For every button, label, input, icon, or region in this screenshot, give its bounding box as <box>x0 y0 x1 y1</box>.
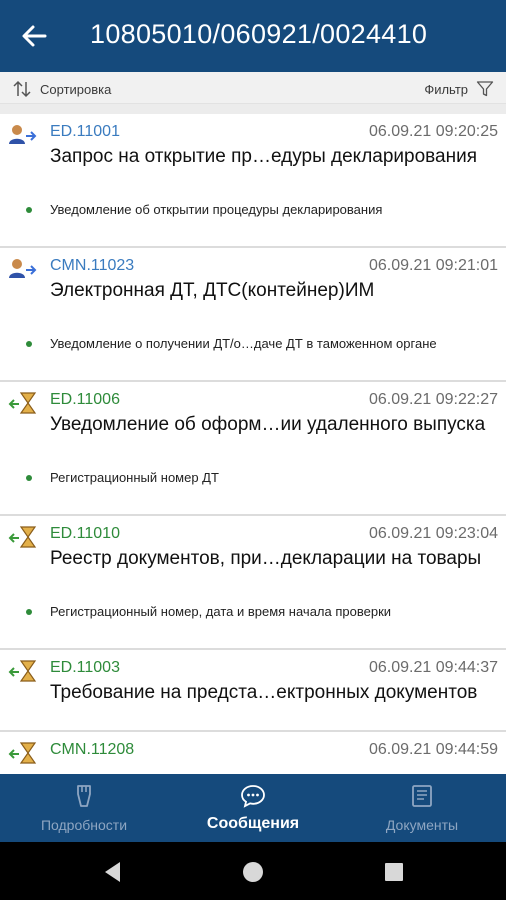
back-triangle-icon[interactable] <box>100 859 126 885</box>
tab-messages[interactable]: Сообщения <box>169 774 337 842</box>
messages-icon <box>240 784 266 808</box>
message-code: ED.11006 <box>50 391 120 408</box>
message-subtitle: Регистрационный номер ДТ <box>50 470 219 485</box>
documents-icon <box>409 784 435 808</box>
system-navigation-bar <box>0 842 506 900</box>
message-code: ED.11003 <box>50 659 120 676</box>
hourglass-arrow-icon <box>8 740 38 766</box>
home-circle-icon[interactable] <box>240 859 266 885</box>
message-time: 06.09.21 09:23:04 <box>368 525 498 542</box>
message-subtitle: Уведомление об открытии процедуры деклар… <box>50 202 383 217</box>
message-code: CMN.11208 <box>50 741 135 758</box>
sort-label: Сортировка <box>40 81 112 97</box>
bullet-dot <box>26 341 32 347</box>
tab-label: Сообщения <box>206 815 300 832</box>
sort-button[interactable]: Сортировка <box>12 78 111 100</box>
message-item[interactable]: ED.11006 06.09.21 09:22:27 Уведомление о… <box>0 382 506 516</box>
filter-funnel-icon <box>476 81 494 97</box>
arrow-left-icon <box>22 25 47 47</box>
tab-details[interactable]: Подробности <box>0 774 168 842</box>
tab-documents[interactable]: Документы <box>338 774 506 842</box>
message-title: Запрос на открытие пр…едуры декларирован… <box>50 146 477 167</box>
message-subtitle: Регистрационный номер, дата и время нача… <box>50 604 392 619</box>
hourglass-arrow-icon <box>8 390 38 416</box>
message-item[interactable]: ED.11010 06.09.21 09:23:04 Реестр докуме… <box>0 516 506 650</box>
details-icon <box>71 784 97 808</box>
message-title: Электронная ДТ, ДТС(контейнер)ИМ <box>50 280 375 301</box>
person-arrow-icon <box>8 256 38 282</box>
bullet-dot <box>26 207 32 213</box>
page-title: 10805010/060921/0024410 <box>90 19 428 49</box>
message-code: CMN.11023 <box>50 257 135 274</box>
message-item[interactable]: CMN.11208 06.09.21 09:44:59 <box>0 732 506 774</box>
bottom-navigation: Подробности Сообщения Документы <box>0 774 506 842</box>
tab-label: Подробности <box>40 817 128 833</box>
recents-square-icon[interactable] <box>381 859 407 885</box>
back-button[interactable] <box>14 18 54 54</box>
bullet-dot <box>26 475 32 481</box>
message-time: 06.09.21 09:44:59 <box>368 741 498 758</box>
message-title: Уведомление об оформ…ии удаленного выпус… <box>50 414 486 435</box>
message-code: ED.11001 <box>50 123 120 140</box>
message-subtitle: Уведомление о получении ДТ/о…даче ДТ в т… <box>50 336 437 351</box>
message-time: 06.09.21 09:22:27 <box>368 391 498 408</box>
tab-label: Документы <box>385 817 459 833</box>
message-time: 06.09.21 09:21:01 <box>368 257 498 274</box>
filter-label: Фильтр <box>424 81 468 97</box>
sort-filter-bar: Сортировка Фильтр <box>0 72 506 104</box>
list-separator <box>0 104 506 114</box>
message-item[interactable]: ED.11003 06.09.21 09:44:37 Требование на… <box>0 650 506 732</box>
message-code: ED.11010 <box>50 525 120 542</box>
bullet-dot <box>26 609 32 615</box>
app-bar: 10805010/060921/0024410 <box>0 0 506 72</box>
person-arrow-icon <box>8 122 38 148</box>
message-time: 06.09.21 09:44:37 <box>368 659 498 676</box>
message-item[interactable]: CMN.11023 06.09.21 09:21:01 Электронная … <box>0 248 506 382</box>
message-list[interactable]: ED.11001 06.09.21 09:20:25 Запрос на отк… <box>0 114 506 774</box>
filter-button[interactable]: Фильтр <box>424 78 494 100</box>
hourglass-arrow-icon <box>8 524 38 550</box>
message-title: Требование на предста…ектронных документ… <box>50 682 478 703</box>
message-title: Реестр документов, при…декларации на тов… <box>50 548 482 569</box>
sort-arrows-icon <box>13 80 31 98</box>
message-time: 06.09.21 09:20:25 <box>368 123 498 140</box>
message-item[interactable]: ED.11001 06.09.21 09:20:25 Запрос на отк… <box>0 114 506 248</box>
hourglass-arrow-icon <box>8 658 38 684</box>
